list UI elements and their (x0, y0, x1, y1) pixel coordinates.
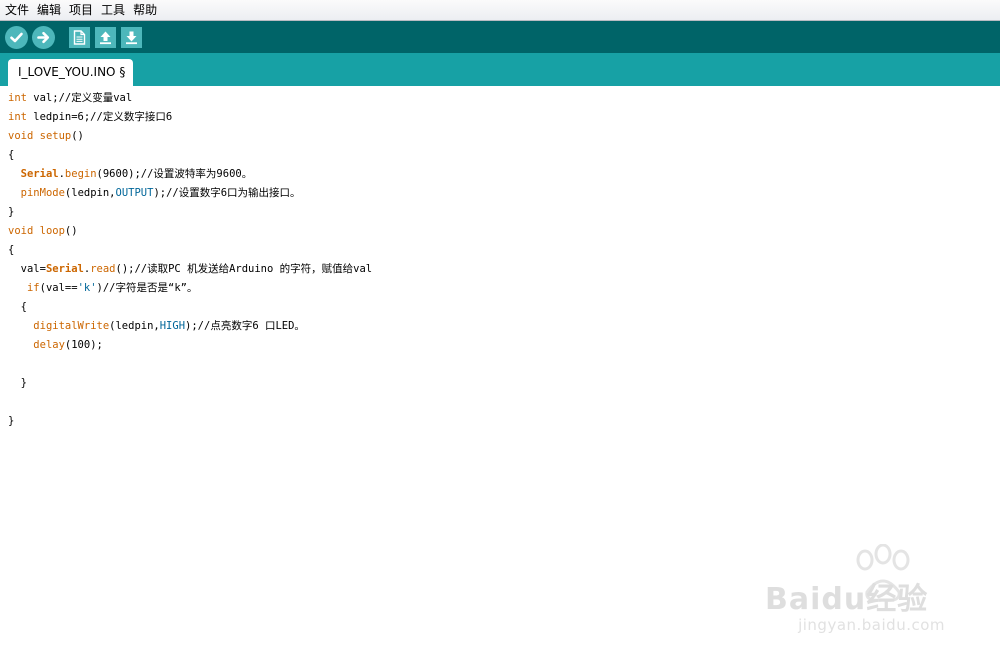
code-line: void setup() (8, 130, 84, 142)
code-line: { (8, 301, 27, 313)
arduino-ide-window: 文件 编辑 项目 工具 帮助 I_LOVE_YOU.INO § int val;… (0, 0, 1000, 656)
code-editor[interactable]: int val;//定义变量val int ledpin=6;//定义数字接口6… (0, 86, 1000, 656)
menu-project[interactable]: 项目 (66, 0, 96, 20)
code-line: pinMode(ledpin,OUTPUT);//设置数字6口为输出接口。 (20, 187, 301, 199)
verify-button[interactable] (5, 25, 28, 49)
tab-sketch[interactable]: I_LOVE_YOU.INO § (8, 59, 134, 86)
upload-icon (37, 31, 50, 43)
code-line: { (8, 149, 15, 161)
menu-help[interactable]: 帮助 (130, 0, 160, 20)
save-icon (126, 31, 137, 44)
new-icon (73, 29, 86, 45)
toolbar (0, 21, 1000, 53)
code-line: if(val=='k')//字符是否是“k”。 (26, 282, 198, 294)
tab-strip: I_LOVE_YOU.INO § (0, 53, 1000, 86)
code-line: delay(100); (33, 339, 103, 351)
code-line: Serial.begin(9600);//设置波特率为9600。 (20, 168, 253, 180)
baidu-watermark: Baidu经验 jingyan.baidu.com (765, 544, 945, 634)
watermark-url: jingyan.baidu.com (798, 616, 945, 634)
code-text: int val;//定义变量val int ledpin=6;//定义数字接口6… (8, 89, 372, 431)
code-line: int val;//定义变量val (8, 92, 133, 104)
verify-icon (10, 32, 23, 42)
code-line: int ledpin=6;//定义数字接口6 (8, 111, 173, 123)
open-icon (100, 31, 111, 44)
menu-bar: 文件 编辑 项目 工具 帮助 (0, 0, 1000, 21)
code-line: { (8, 244, 15, 256)
code-line: } (8, 206, 15, 218)
code-line: val=Serial.read();//读取PC 机发送给Arduino 的字符… (8, 263, 373, 275)
open-button[interactable] (95, 26, 116, 48)
code-line: void loop() (8, 225, 78, 237)
save-button[interactable] (121, 26, 142, 48)
menu-edit[interactable]: 编辑 (34, 0, 64, 20)
new-button[interactable] (69, 26, 90, 48)
watermark-brand: Baidu经验 (765, 582, 929, 617)
code-line: } (8, 377, 27, 389)
code-line: } (8, 415, 15, 427)
upload-button[interactable] (32, 25, 55, 49)
menu-file[interactable]: 文件 (2, 0, 32, 20)
menu-tools[interactable]: 工具 (98, 0, 128, 20)
code-line: digitalWrite(ledpin,HIGH);//点亮数字6 口LED。 (33, 320, 305, 332)
